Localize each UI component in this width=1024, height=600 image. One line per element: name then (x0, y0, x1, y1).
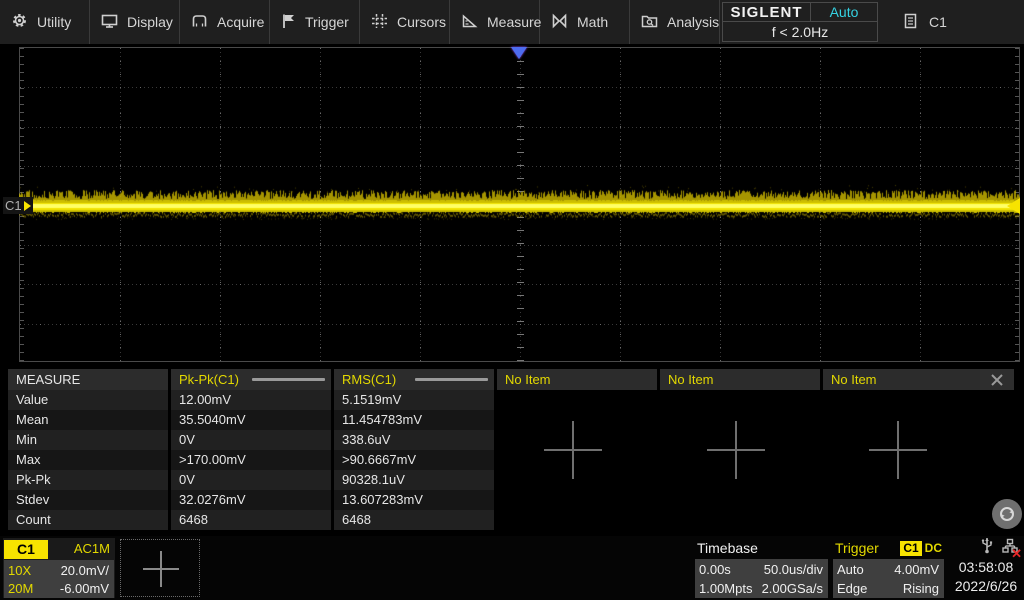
flag-icon (281, 13, 296, 32)
trigger-frequency: f < 2.0Hz (723, 22, 877, 41)
refresh-icon (996, 503, 1018, 525)
analysis-icon (641, 13, 658, 32)
measure-icon (461, 13, 478, 32)
usb-icon (980, 537, 994, 559)
table-row: Value 12.00mV 5.1519mV (8, 390, 1022, 410)
trigger-slope: Rising (903, 580, 939, 597)
menu-item-trigger[interactable]: Trigger (270, 0, 360, 44)
timebase-title: Timebase (697, 540, 758, 556)
menu-item-cursors[interactable]: Cursors (360, 0, 450, 44)
gear-icon (11, 12, 28, 32)
channel-offset: -6.00mV (60, 580, 109, 597)
close-measure-button[interactable] (980, 369, 1014, 390)
volts-per-div: 20.0mV/ (61, 562, 109, 579)
system-date: 2022/6/26 (955, 577, 1017, 596)
cursors-icon (371, 13, 388, 32)
remove-measurement-icon[interactable] (415, 378, 488, 381)
bandwidth-limit: 20M (8, 580, 33, 597)
channel1-offset-marker[interactable]: C1 (3, 197, 33, 214)
measure-column-empty-2[interactable]: No Item (660, 369, 820, 390)
measure-title: MEASURE (8, 369, 168, 390)
list-icon (904, 13, 917, 32)
oscilloscope-screen: Utility Display Acquire Trigger Cursors (0, 0, 1024, 600)
channel1-descriptor[interactable]: C1 AC1M 10X 20.0mV/ 20M -6.00mV (3, 538, 115, 598)
bottom-bar: C1 AC1M 10X 20.0mV/ 20M -6.00mV Timebase (0, 536, 1024, 600)
channel-arrow-icon (24, 201, 31, 211)
measure-column-rms[interactable]: RMS(C1) (334, 369, 494, 390)
remove-measurement-icon[interactable] (252, 378, 325, 381)
display-icon (101, 13, 118, 32)
menu-label: Cursors (397, 14, 446, 30)
channel1-trace (19, 47, 1020, 362)
trigger-level: 4.00mV (894, 561, 939, 578)
trigger-level-marker[interactable] (1007, 198, 1020, 214)
probe-attenuation: 10X (8, 562, 31, 579)
add-measurement-button[interactable] (869, 421, 927, 479)
close-icon (990, 373, 1004, 387)
measure-column-pkpk[interactable]: Pk-Pk(C1) (171, 369, 331, 390)
add-measurement-button[interactable] (544, 421, 602, 479)
trigger-mode: Auto (837, 561, 864, 578)
menu-label: C1 (929, 14, 947, 30)
menu-label: Measure (487, 14, 541, 30)
menu-item-math[interactable]: Math (540, 0, 630, 44)
menu-item-analysis[interactable]: Analysis (630, 0, 720, 44)
math-icon (551, 13, 568, 32)
memory-depth: 1.00Mpts (699, 580, 752, 597)
menu-label: Utility (37, 14, 71, 30)
table-row: Stdev 32.0276mV 13.607283mV (8, 490, 1022, 510)
brand-logo: SIGLENT (723, 3, 811, 22)
add-measurement-button[interactable] (707, 421, 765, 479)
lan-disconnected-icon: ✕ (1002, 538, 1018, 559)
acquisition-status: Auto (811, 3, 877, 22)
plus-icon (143, 551, 179, 587)
disconnected-x-icon: ✕ (1011, 546, 1022, 562)
rotate-gesture-button[interactable] (992, 499, 1022, 529)
table-row: Count 6468 6468 (8, 510, 1022, 530)
trigger-title: Trigger (835, 540, 879, 556)
menu-label: Trigger (305, 14, 349, 30)
waveform-display: C1 (0, 44, 1024, 367)
trigger-source-badge: C1 (900, 541, 921, 556)
menu-item-channel[interactable]: C1 (894, 0, 980, 44)
trigger-coupling-badge: DC (925, 541, 942, 555)
measure-column-empty-1[interactable]: No Item (497, 369, 657, 390)
time-per-div: 50.0us/div (764, 561, 823, 578)
menu-item-measure[interactable]: Measure (450, 0, 540, 44)
add-channel-button[interactable] (120, 539, 200, 597)
menu-label: Analysis (667, 14, 719, 30)
menu-bar: Utility Display Acquire Trigger Cursors (0, 0, 1024, 44)
menu-label: Acquire (217, 14, 264, 30)
status-block: SIGLENT Auto f < 2.0Hz (722, 2, 878, 42)
sample-rate: 2.00GSa/s (762, 580, 823, 597)
measure-column-empty-3[interactable]: No Item (823, 369, 983, 390)
system-status: ✕ 03:58:08 2022/6/26 (948, 538, 1024, 598)
trigger-descriptor[interactable]: Trigger C1 DC Auto 4.00mV Edge Rising (833, 538, 944, 598)
menu-item-utility[interactable]: Utility (0, 0, 90, 44)
menu-item-acquire[interactable]: Acquire (180, 0, 270, 44)
acquire-icon (191, 13, 208, 32)
trigger-delay: 0.00s (699, 561, 731, 578)
channel1-badge[interactable]: C1 (4, 540, 48, 559)
menu-label: Math (577, 14, 608, 30)
menu-item-display[interactable]: Display (90, 0, 180, 44)
system-time: 03:58:08 (959, 558, 1014, 577)
channel1-coupling: AC1M (74, 541, 115, 556)
trigger-position-marker[interactable] (511, 47, 527, 59)
timebase-descriptor[interactable]: Timebase 0.00s 50.0us/div 1.00Mpts 2.00G… (695, 538, 828, 598)
menu-label: Display (127, 14, 173, 30)
trigger-type: Edge (837, 580, 867, 597)
